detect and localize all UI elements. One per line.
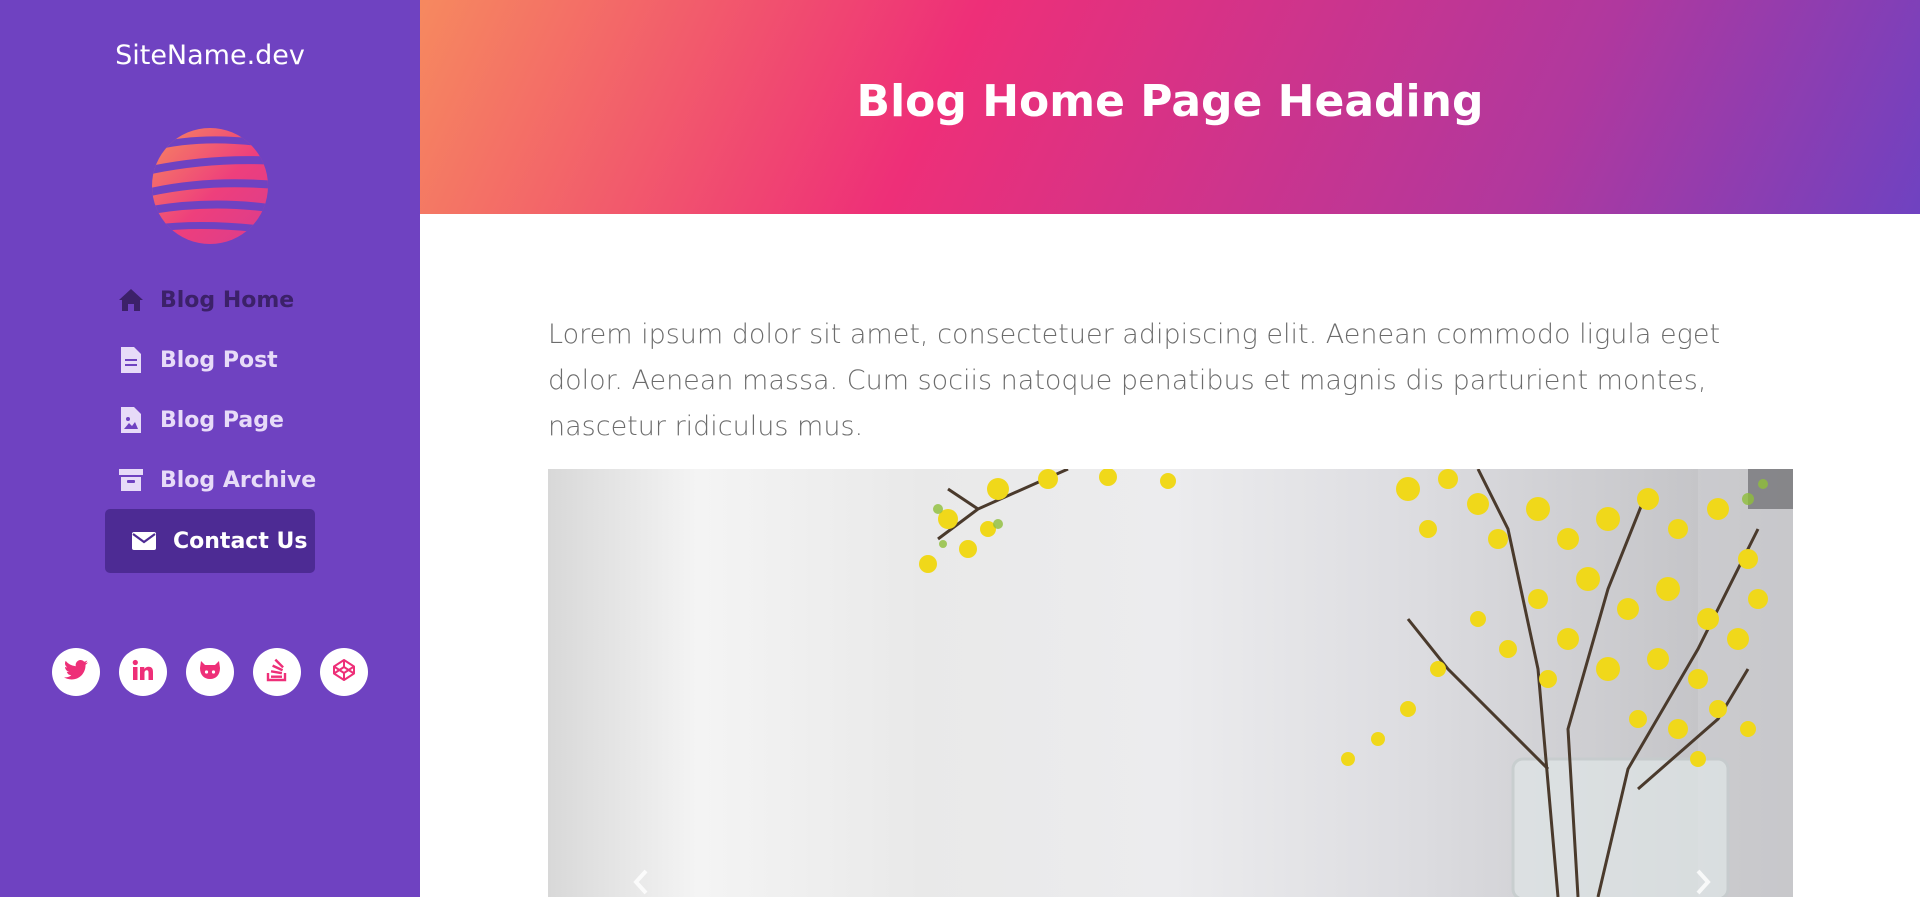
intro-paragraph: Lorem ipsum dolor sit amet, consectetuer…: [548, 319, 1721, 442]
chevron-left-icon[interactable]: [626, 867, 656, 897]
nav-label: Blog Archive: [160, 467, 317, 493]
home-icon: [118, 287, 144, 313]
envelope-icon: [131, 528, 157, 554]
stack-overflow-link[interactable]: [253, 648, 301, 696]
twitter-link[interactable]: [52, 648, 100, 696]
linkedin-icon: [132, 659, 154, 685]
file-image-icon: [118, 407, 144, 433]
nav-label: Blog Home: [160, 287, 295, 313]
archive-icon: [118, 467, 144, 493]
file-icon: [118, 347, 144, 373]
social-links: [52, 648, 368, 696]
github-icon: [198, 659, 222, 685]
codepen-icon: [332, 658, 356, 686]
linkedin-link[interactable]: [119, 648, 167, 696]
nav-item-contact-us[interactable]: Contact Us: [105, 509, 315, 573]
chevron-right-icon[interactable]: [1688, 867, 1718, 897]
stack-overflow-icon: [266, 658, 288, 686]
nav-item-blog-home[interactable]: Blog Home: [118, 268, 294, 332]
globe-logo-icon[interactable]: [151, 127, 269, 245]
site-name-link[interactable]: SiteName.dev: [0, 40, 420, 71]
flower-image: [548, 469, 1793, 897]
nav-label: Contact Us: [173, 528, 308, 554]
sidebar: SiteName.dev Blog Home Blog Post Blog Pa…: [0, 0, 420, 897]
nav-item-blog-post[interactable]: Blog Post: [118, 328, 278, 392]
nav-label: Blog Page: [160, 407, 284, 433]
image-carousel[interactable]: [548, 469, 1793, 897]
codepen-link[interactable]: [320, 648, 368, 696]
nav-item-blog-archive[interactable]: Blog Archive: [118, 448, 316, 512]
page-header: Blog Home Page Heading: [420, 0, 1920, 214]
page-title: Blog Home Page Heading: [856, 75, 1484, 127]
nav-item-blog-page[interactable]: Blog Page: [118, 388, 284, 452]
nav-label: Blog Post: [160, 347, 278, 373]
twitter-icon: [64, 660, 88, 684]
github-link[interactable]: [186, 648, 234, 696]
